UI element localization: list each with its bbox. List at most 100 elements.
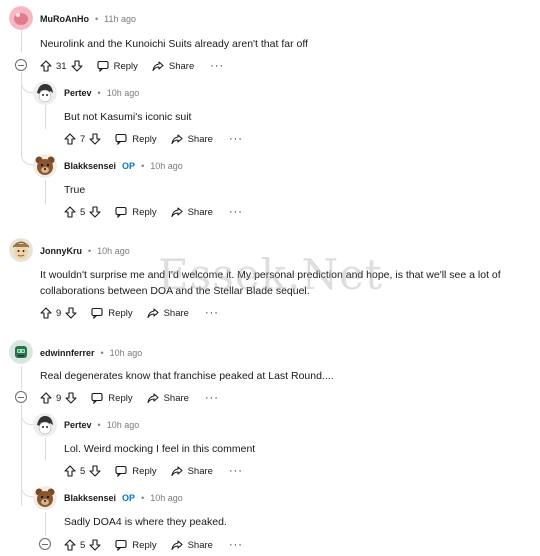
timestamp[interactable]: 10h ago [150, 161, 183, 171]
downvote-icon[interactable] [65, 307, 77, 319]
more-options-icon[interactable]: ··· [229, 206, 243, 218]
comment-meta: Pertev • 10h ago [64, 420, 139, 430]
upvote-icon[interactable] [64, 539, 76, 551]
share-button[interactable]: Share [171, 539, 213, 551]
upvote-icon[interactable] [64, 465, 76, 477]
comment-bubble-icon [91, 307, 103, 319]
comment-bubble-icon [97, 60, 109, 72]
more-options-icon[interactable]: ··· [205, 307, 219, 319]
pink-blob-avatar[interactable] [9, 6, 33, 30]
action-bar: 5 Reply Share ··· [64, 537, 243, 553]
reply-button[interactable]: Reply [115, 465, 157, 477]
share-button[interactable]: Share [171, 206, 213, 218]
more-options-icon[interactable]: ··· [205, 392, 219, 404]
share-arrow-icon [147, 393, 159, 404]
upvote-icon[interactable] [40, 392, 52, 404]
share-arrow-icon [171, 466, 183, 477]
vote-count: 5 [80, 465, 86, 477]
action-bar: 5 Reply Share ··· [64, 204, 243, 220]
collapse-button[interactable] [39, 538, 51, 550]
reply-button[interactable]: Reply [115, 539, 157, 551]
downvote-icon[interactable] [89, 133, 101, 145]
dot-separator: • [95, 14, 99, 24]
timestamp[interactable]: 10h ago [107, 88, 140, 98]
reply-button[interactable]: Reply [115, 133, 157, 145]
reply-label: Reply [132, 539, 157, 551]
username[interactable]: Pertev [64, 88, 92, 98]
comment-text: Real degenerates know that franchise pea… [40, 370, 334, 382]
cartoon-avatar[interactable] [9, 238, 33, 262]
comment-meta: MuRoAnHo • 11h ago [40, 14, 136, 24]
reply-button[interactable]: Reply [115, 206, 157, 218]
comment-meta: Blakksensei OP • 10h ago [64, 493, 183, 503]
timestamp[interactable]: 10h ago [150, 493, 183, 503]
timestamp[interactable]: 10h ago [97, 246, 130, 256]
reply-label: Reply [132, 206, 157, 218]
downvote-icon[interactable] [89, 539, 101, 551]
dot-separator: • [97, 88, 101, 98]
comment-text-line-2: collaborations between DOA and the Stell… [40, 285, 310, 297]
action-bar: 5 Reply Share ··· [64, 463, 243, 479]
vote-count: 5 [80, 539, 86, 551]
comment-text: True [64, 184, 86, 196]
share-button[interactable]: Share [171, 465, 213, 477]
bear-avatar[interactable] [33, 154, 57, 178]
upvote-icon[interactable] [64, 206, 76, 218]
anime-character-avatar[interactable] [33, 413, 57, 437]
comment-bubble-icon [115, 539, 127, 551]
downvote-icon[interactable] [65, 392, 77, 404]
reply-button[interactable]: Reply [91, 392, 133, 404]
more-options-icon[interactable]: ··· [210, 60, 224, 72]
collapse-button[interactable] [15, 59, 27, 71]
comment-text: Neurolink and the Kunoichi Suits already… [40, 38, 308, 50]
reply-label: Reply [132, 465, 157, 477]
reply-button[interactable]: Reply [91, 307, 133, 319]
green-robot-avatar[interactable] [9, 340, 33, 364]
username[interactable]: Blakksensei [64, 161, 116, 171]
vote-count: 31 [56, 60, 67, 72]
comment-bubble-icon [115, 465, 127, 477]
share-button[interactable]: Share [147, 392, 189, 404]
comment-text: Lol. Weird mocking I feel in this commen… [64, 443, 256, 455]
dot-separator: • [97, 420, 101, 430]
username[interactable]: Pertev [64, 420, 92, 430]
bear-avatar[interactable] [33, 486, 57, 510]
username[interactable]: JonnyKru [40, 246, 82, 256]
collapse-button[interactable] [15, 391, 27, 403]
downvote-icon[interactable] [71, 60, 83, 72]
upvote-icon[interactable] [40, 60, 52, 72]
comment-bubble-icon [91, 392, 103, 404]
username[interactable]: Blakksensei [64, 493, 116, 503]
upvote-icon[interactable] [40, 307, 52, 319]
anime-character-avatar[interactable] [33, 81, 57, 105]
share-button[interactable]: Share [152, 60, 194, 72]
username[interactable]: MuRoAnHo [40, 14, 89, 24]
thread-line [21, 366, 22, 390]
share-button[interactable]: Share [171, 133, 213, 145]
more-options-icon[interactable]: ··· [229, 133, 243, 145]
more-options-icon[interactable]: ··· [229, 465, 243, 477]
upvote-icon[interactable] [64, 133, 76, 145]
share-arrow-icon [147, 308, 159, 319]
reply-label: Reply [108, 392, 133, 404]
comment-meta: Blakksensei OP • 10h ago [64, 161, 183, 171]
reply-button[interactable]: Reply [97, 60, 138, 72]
downvote-icon[interactable] [89, 206, 101, 218]
share-label: Share [163, 307, 189, 319]
comment-text: But not Kasumi's iconic suit [64, 111, 192, 123]
comment-bubble-icon [115, 206, 127, 218]
reply-label: Reply [108, 307, 133, 319]
share-label: Share [168, 60, 195, 72]
downvote-icon[interactable] [89, 465, 101, 477]
thread-line [45, 438, 46, 460]
share-button[interactable]: Share [147, 307, 189, 319]
vote-count: 9 [56, 392, 62, 404]
vote-count: 7 [80, 133, 86, 145]
share-arrow-icon [171, 207, 183, 218]
more-options-icon[interactable]: ··· [229, 539, 243, 551]
username[interactable]: edwinnferrer [40, 348, 95, 358]
timestamp[interactable]: 10h ago [110, 348, 143, 358]
timestamp[interactable]: 10h ago [107, 420, 140, 430]
timestamp[interactable]: 11h ago [104, 14, 136, 24]
comment-meta: edwinnferrer • 10h ago [40, 348, 142, 358]
